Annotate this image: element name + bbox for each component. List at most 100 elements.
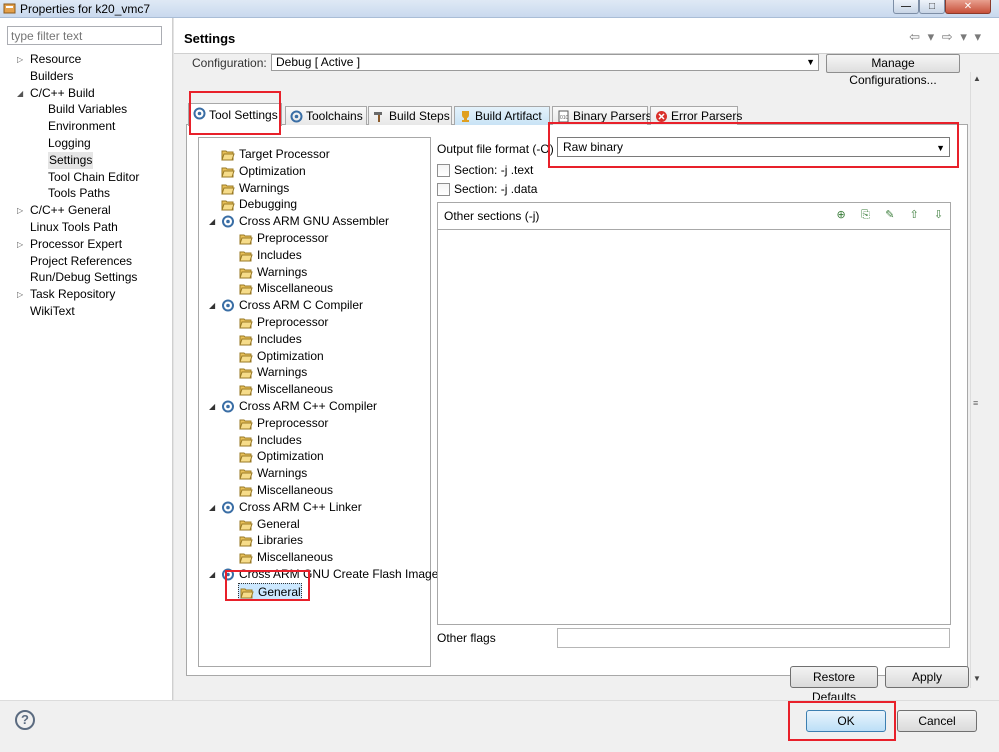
edit-icon[interactable]: ✎: [882, 207, 897, 223]
option-category-node[interactable]: General: [238, 516, 300, 533]
tree-expanded-icon[interactable]: ◢: [209, 499, 215, 516]
nav-item[interactable]: Tool Chain Editor: [48, 169, 139, 186]
forward-dropdown-icon[interactable]: ▾: [960, 29, 967, 44]
tree-expanded-icon[interactable]: ◢: [209, 213, 215, 230]
apply-button[interactable]: Apply: [885, 666, 969, 688]
tool-node[interactable]: ◢ Cross ARM C Compiler: [209, 297, 363, 314]
folder-open-icon: [239, 469, 253, 480]
tool-node[interactable]: ◢ Cross ARM C++ Linker: [209, 499, 362, 516]
output-format-select[interactable]: Raw binary ▼: [557, 137, 950, 157]
scroll-grip-icon[interactable]: ≡: [973, 398, 978, 408]
help-icon[interactable]: ?: [15, 710, 35, 730]
copy-icon[interactable]: ⎘: [858, 207, 873, 223]
maximize-button[interactable]: □: [919, 0, 945, 14]
nav-item[interactable]: ▷ C/C++ General: [17, 202, 111, 219]
back-dropdown-icon[interactable]: ▾: [928, 29, 935, 44]
tree-expanded-icon[interactable]: ◢: [209, 297, 215, 314]
option-category-node[interactable]: Optimization: [238, 348, 324, 365]
option-category-node[interactable]: Preprocessor: [238, 230, 328, 247]
tab-build-artifact[interactable]: Build Artifact: [454, 106, 550, 125]
option-category-node[interactable]: Includes: [238, 247, 302, 264]
section-text-checkbox[interactable]: [437, 164, 450, 178]
option-category-node[interactable]: Includes: [238, 432, 302, 449]
move-down-icon[interactable]: ⇩: [931, 207, 946, 223]
nav-item[interactable]: Builders: [30, 68, 73, 85]
tab-label: Build Steps: [389, 109, 450, 123]
tree-collapsed-icon[interactable]: ▷: [17, 51, 23, 68]
scroll-up-icon[interactable]: ▲: [973, 74, 981, 83]
option-category-node[interactable]: Warnings: [238, 364, 307, 381]
folder-open-icon: [239, 284, 253, 295]
vertical-scrollbar[interactable]: ▲ ≡ ▼: [970, 72, 983, 688]
nav-item[interactable]: Linux Tools Path: [30, 219, 118, 236]
tool-node[interactable]: ◢ Cross ARM C++ Compiler: [209, 398, 377, 415]
nav-item[interactable]: ▷ Task Repository: [17, 286, 115, 303]
tree-node-label: Optimization: [239, 163, 306, 178]
option-category-node[interactable]: Miscellaneous: [238, 381, 333, 398]
option-category-node[interactable]: Warnings: [238, 465, 307, 482]
move-up-icon[interactable]: ⇧: [907, 207, 922, 223]
folder-open-icon: [221, 167, 235, 178]
tool-node[interactable]: ◢ Cross ARM GNU Assembler: [209, 213, 389, 230]
option-category-node[interactable]: Miscellaneous: [238, 482, 333, 499]
folder-open-icon: [239, 436, 253, 447]
nav-item[interactable]: Logging: [48, 135, 91, 152]
nav-item[interactable]: Settings: [48, 151, 94, 169]
forward-arrow-icon[interactable]: ⇨: [942, 29, 953, 44]
tab-build-steps[interactable]: Build Steps: [368, 106, 452, 125]
option-category-node[interactable]: Preprocessor: [238, 415, 328, 432]
restore-defaults-button[interactable]: Restore Defaults: [790, 666, 878, 704]
tab-binary-parsers[interactable]: 010 Binary Parsers: [552, 106, 652, 125]
tree-collapsed-icon[interactable]: ▷: [17, 286, 23, 303]
tree-collapsed-icon[interactable]: ▷: [17, 236, 23, 253]
tree-collapsed-icon[interactable]: ▷: [17, 202, 23, 219]
tab-toolchains[interactable]: Toolchains: [285, 106, 367, 125]
tree-expanded-icon[interactable]: ◢: [209, 566, 215, 583]
section-text-checkbox-row[interactable]: Section: -j .text: [437, 163, 533, 179]
manage-configurations-button[interactable]: Manage Configurations...: [826, 54, 960, 87]
nav-item[interactable]: Project References: [30, 253, 132, 270]
nav-item[interactable]: WikiText: [30, 303, 75, 320]
cancel-button[interactable]: Cancel: [897, 710, 977, 732]
nav-item[interactable]: Tools Paths: [48, 185, 110, 202]
folder-open-icon: [239, 335, 253, 346]
nav-item[interactable]: Environment: [48, 118, 115, 135]
tab-error-parsers[interactable]: Error Parsers: [650, 106, 742, 125]
option-category-node[interactable]: Target Processor: [220, 146, 330, 163]
option-category-node[interactable]: Optimization: [220, 163, 306, 180]
option-category-node[interactable]: Miscellaneous: [238, 549, 333, 566]
tab-tool-settings[interactable]: Tool Settings: [188, 103, 282, 126]
configuration-select[interactable]: Debug [ Active ] ▼: [271, 54, 819, 71]
option-category-node[interactable]: Optimization: [238, 448, 324, 465]
option-category-node[interactable]: Includes: [238, 331, 302, 348]
section-data-checkbox-row[interactable]: Section: -j .data: [437, 182, 537, 198]
back-arrow-icon[interactable]: ⇦: [909, 29, 920, 44]
ok-button[interactable]: OK: [806, 710, 886, 732]
folder-open-icon: [239, 486, 253, 497]
nav-item[interactable]: ▷ Processor Expert: [17, 236, 122, 253]
close-button[interactable]: ✕: [945, 0, 991, 14]
other-flags-input[interactable]: [557, 628, 950, 648]
nav-item[interactable]: ◢ C/C++ Build: [17, 85, 95, 102]
option-category-node[interactable]: Miscellaneous: [238, 280, 333, 297]
add-icon[interactable]: ⊕: [834, 207, 849, 223]
tree-expanded-icon[interactable]: ◢: [209, 398, 215, 415]
option-category-node[interactable]: Preprocessor: [238, 314, 328, 331]
other-sections-list[interactable]: Other sections (-j) ⊕ ⎘ ✎ ⇧ ⇩: [437, 202, 951, 625]
minimize-button[interactable]: —: [893, 0, 919, 14]
nav-item[interactable]: Build Variables: [48, 101, 127, 118]
filter-input[interactable]: [7, 26, 162, 45]
option-category-node[interactable]: Warnings: [238, 264, 307, 281]
view-menu-icon[interactable]: ▾: [974, 29, 981, 44]
tool-node[interactable]: ◢ Cross ARM GNU Create Flash Image: [209, 566, 438, 583]
tree-node-label: Includes: [257, 331, 302, 346]
tree-expanded-icon[interactable]: ◢: [17, 85, 23, 102]
option-category-node[interactable]: Libraries: [238, 532, 303, 549]
option-category-node[interactable]: General: [238, 582, 302, 600]
nav-item[interactable]: Run/Debug Settings: [30, 269, 137, 286]
option-category-node[interactable]: Debugging: [220, 196, 297, 213]
scroll-down-icon[interactable]: ▼: [973, 674, 981, 683]
option-category-node[interactable]: Warnings: [220, 180, 289, 197]
section-data-checkbox[interactable]: [437, 183, 450, 197]
nav-item[interactable]: ▷ Resource: [17, 51, 81, 68]
